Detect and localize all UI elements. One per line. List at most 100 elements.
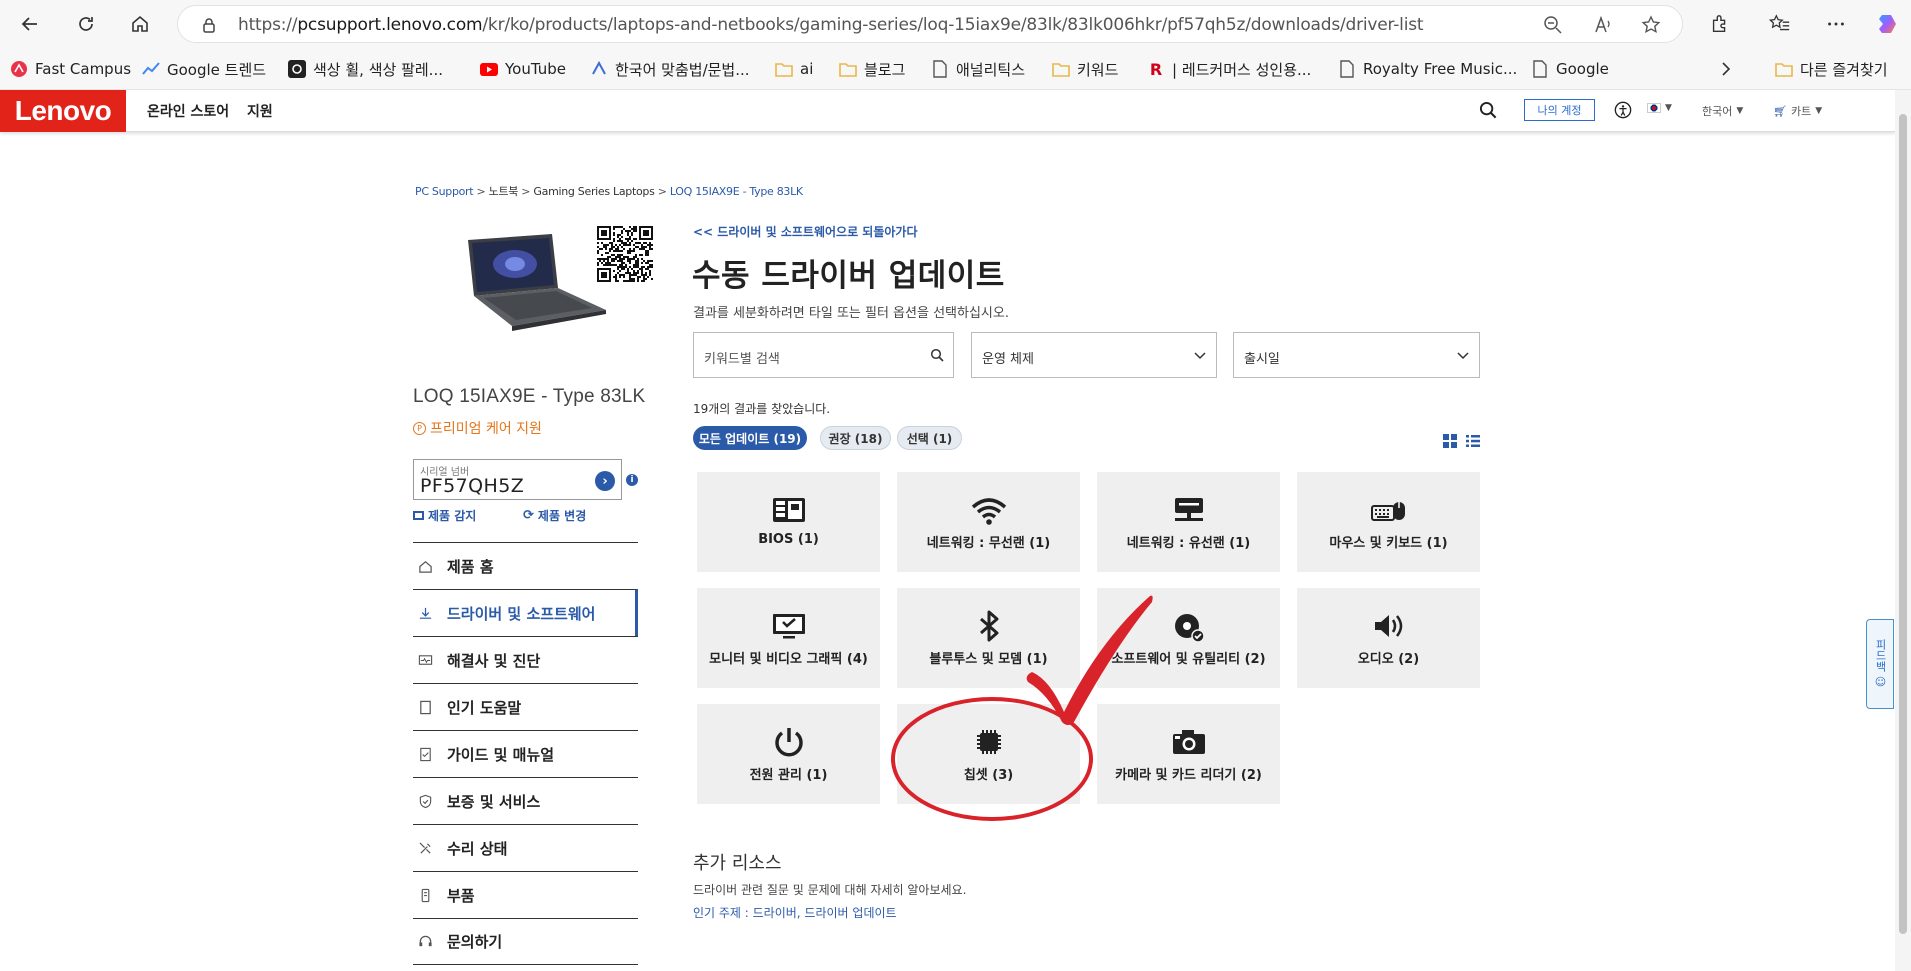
bookmark-item[interactable]: 애널리틱스 (931, 58, 1025, 80)
site-search-icon[interactable] (1479, 101, 1498, 120)
breadcrumb-pc-support[interactable]: PC Support (415, 185, 474, 198)
bookmark-item[interactable]: 한국어 맞춤법/문법... (590, 58, 750, 80)
refresh-icon: ⟳ (523, 508, 534, 523)
folder-icon (1775, 60, 1793, 78)
detect-product-link[interactable]: 제품 감지 (413, 507, 476, 524)
tools-icon (419, 841, 431, 854)
popular-topics-link[interactable]: 인기 주제 : 드라이버, 드라이버 업데이트 (693, 904, 897, 921)
region-flag[interactable]: ▼ (1647, 103, 1672, 113)
search-icon[interactable] (930, 348, 944, 362)
side-nav-item[interactable]: 가이드 및 매뉴얼 (413, 730, 638, 777)
serial-number-value[interactable]: PF57QH5Z (420, 475, 524, 497)
back-arrow-icon[interactable] (14, 8, 46, 40)
category-tile[interactable]: 전원 관리 (1) (697, 704, 880, 804)
info-icon[interactable]: i (626, 474, 638, 486)
category-tile[interactable]: 네트워킹 : 유선랜 (1) (1097, 472, 1280, 572)
page-icon (1338, 60, 1356, 78)
grid-view-icon[interactable] (1443, 434, 1457, 448)
more-menu-icon[interactable] (1824, 12, 1848, 36)
category-tile-label: 칩셋 (3) (963, 768, 1014, 783)
list-view-icon[interactable] (1466, 434, 1480, 448)
bookmark-item[interactable]: Royalty Free Music... (1338, 58, 1517, 80)
chip-optional[interactable]: 선택 (1) (897, 426, 962, 450)
cart-icon: 🛒︎ (1773, 104, 1787, 118)
category-tile[interactable]: 마우스 및 키보드 (1) (1297, 472, 1480, 572)
url-text[interactable]: https://pcsupport.lenovo.com/kr/ko/produ… (238, 15, 1424, 35)
nav-support[interactable]: 지원 (247, 101, 273, 121)
serial-submit-arrow-icon[interactable]: › (595, 471, 615, 491)
home-icon[interactable] (124, 8, 156, 40)
change-product-link[interactable]: ⟳ 제품 변경 (523, 507, 586, 524)
other-favorites[interactable]: 다른 즐겨찾기 (1775, 58, 1888, 80)
copilot-icon[interactable] (1876, 12, 1900, 36)
side-nav-item[interactable]: 부품 (413, 871, 638, 918)
camera-icon (1169, 726, 1209, 758)
bookmarks-overflow-chevron-icon[interactable] (1720, 58, 1732, 80)
category-tile[interactable]: 카메라 및 카드 리더기 (2) (1097, 704, 1280, 804)
category-tile[interactable]: 칩셋 (3) (897, 704, 1080, 804)
side-nav-item[interactable]: 보증 및 서비스 (413, 777, 638, 824)
chip-all-updates[interactable]: 모든 업데이트 (19) (693, 426, 807, 450)
back-to-drivers-link[interactable]: << 드라이버 및 소프트웨어으로 되돌아가다 (693, 223, 918, 240)
bookmark-item[interactable]: YouTube (480, 58, 566, 80)
read-aloud-icon[interactable] (1593, 15, 1613, 35)
breadcrumb-notebook[interactable]: 노트북 (489, 185, 519, 198)
category-tile[interactable]: 오디오 (2) (1297, 588, 1480, 688)
bookmark-item[interactable]: Google (1531, 58, 1609, 80)
category-tile[interactable]: 블루투스 및 모뎀 (1) (897, 588, 1080, 688)
bookmark-item[interactable]: R | 레드커머스 성인용... (1147, 58, 1311, 80)
language-selector[interactable]: 한국어 ▼ (1702, 103, 1743, 119)
favorites-list-icon[interactable] (1768, 12, 1792, 36)
category-tile[interactable]: 모니터 및 비디오 그래픽 (4) (697, 588, 880, 688)
side-nav-item[interactable]: 문의하기 (413, 918, 638, 965)
refresh-icon[interactable] (70, 8, 102, 40)
side-nav-item[interactable]: 해결사 및 진단 (413, 636, 638, 683)
side-nav: 제품 홈 드라이버 및 소프트웨어 해결사 및 진단 인기 도움말 가이드 및 매뉴얼보… (413, 542, 638, 965)
serial-number-field[interactable]: 시리얼 넘버 PF57QH5Z › (413, 459, 622, 500)
bookmark-label: ai (800, 60, 814, 78)
category-tile-label: 네트워킹 : 무선랜 (1) (926, 536, 1051, 551)
category-tile[interactable]: BIOS (1) (697, 472, 880, 572)
bookmark-item[interactable]: Fast Campus (10, 58, 131, 80)
side-nav-item[interactable]: 인기 도움말 (413, 683, 638, 730)
side-nav-item[interactable]: 드라이버 및 소프트웨어 (413, 589, 638, 636)
lenovo-logo[interactable]: Lenovo (0, 90, 126, 132)
category-tile[interactable]: 네트워킹 : 무선랜 (1) (897, 472, 1080, 572)
premium-care-link[interactable]: P 프리미엄 케어 지원 (413, 418, 542, 438)
accessibility-icon[interactable] (1614, 101, 1632, 119)
chip-recommended[interactable]: 권장 (18) (820, 426, 891, 450)
bookmark-item[interactable]: ai (775, 58, 813, 80)
address-bar[interactable]: https://pcsupport.lenovo.com/kr/ko/produ… (177, 5, 1683, 43)
breadcrumb-gaming-series[interactable]: Gaming Series Laptops (533, 185, 654, 198)
lock-icon[interactable] (200, 16, 218, 34)
os-filter-select[interactable]: 운영 체제 (971, 332, 1217, 378)
wifi-icon (969, 494, 1009, 526)
korea-flag-icon (1647, 103, 1661, 113)
release-date-filter-select[interactable]: 출시일 (1233, 332, 1480, 378)
zoom-out-icon[interactable] (1543, 15, 1563, 35)
side-nav-item[interactable]: 수리 상태 (413, 824, 638, 871)
page-scrollbar[interactable] (1895, 90, 1911, 971)
parts-icon (421, 888, 430, 902)
extensions-icon[interactable] (1708, 12, 1732, 36)
bookmark-label: YouTube (505, 60, 566, 78)
my-account-button[interactable]: 나의 계정 (1524, 99, 1595, 121)
side-nav-label: 보증 및 서비스 (447, 792, 541, 811)
bookmark-item[interactable]: 키워드 (1052, 58, 1118, 80)
category-tile-label: 전원 관리 (1) (749, 768, 828, 783)
keyword-search-input[interactable]: 키워드별 검색 (693, 332, 954, 378)
product-laptop-image (468, 234, 606, 331)
feedback-tab[interactable]: 피드백 ☺ (1866, 619, 1894, 709)
trends-icon (142, 60, 160, 78)
side-nav-item[interactable]: 제품 홈 (413, 542, 638, 589)
scrollbar-thumb[interactable] (1899, 114, 1907, 934)
bookmark-item[interactable]: Google 트렌드 (142, 58, 266, 80)
cart-link[interactable]: 🛒︎ 카트 ▼ (1773, 103, 1822, 119)
breadcrumb-separator: > (657, 185, 667, 198)
category-tile[interactable]: 소프트웨어 및 유틸리티 (2) (1097, 588, 1280, 688)
bookmark-item[interactable]: 색상 휠, 색상 팔레... (288, 58, 443, 80)
nav-online-store[interactable]: 온라인 스토어 (147, 101, 229, 121)
favorite-star-icon[interactable] (1641, 15, 1661, 35)
bookmark-item[interactable]: 블로그 (839, 58, 905, 80)
diagnostic-icon (418, 654, 433, 665)
